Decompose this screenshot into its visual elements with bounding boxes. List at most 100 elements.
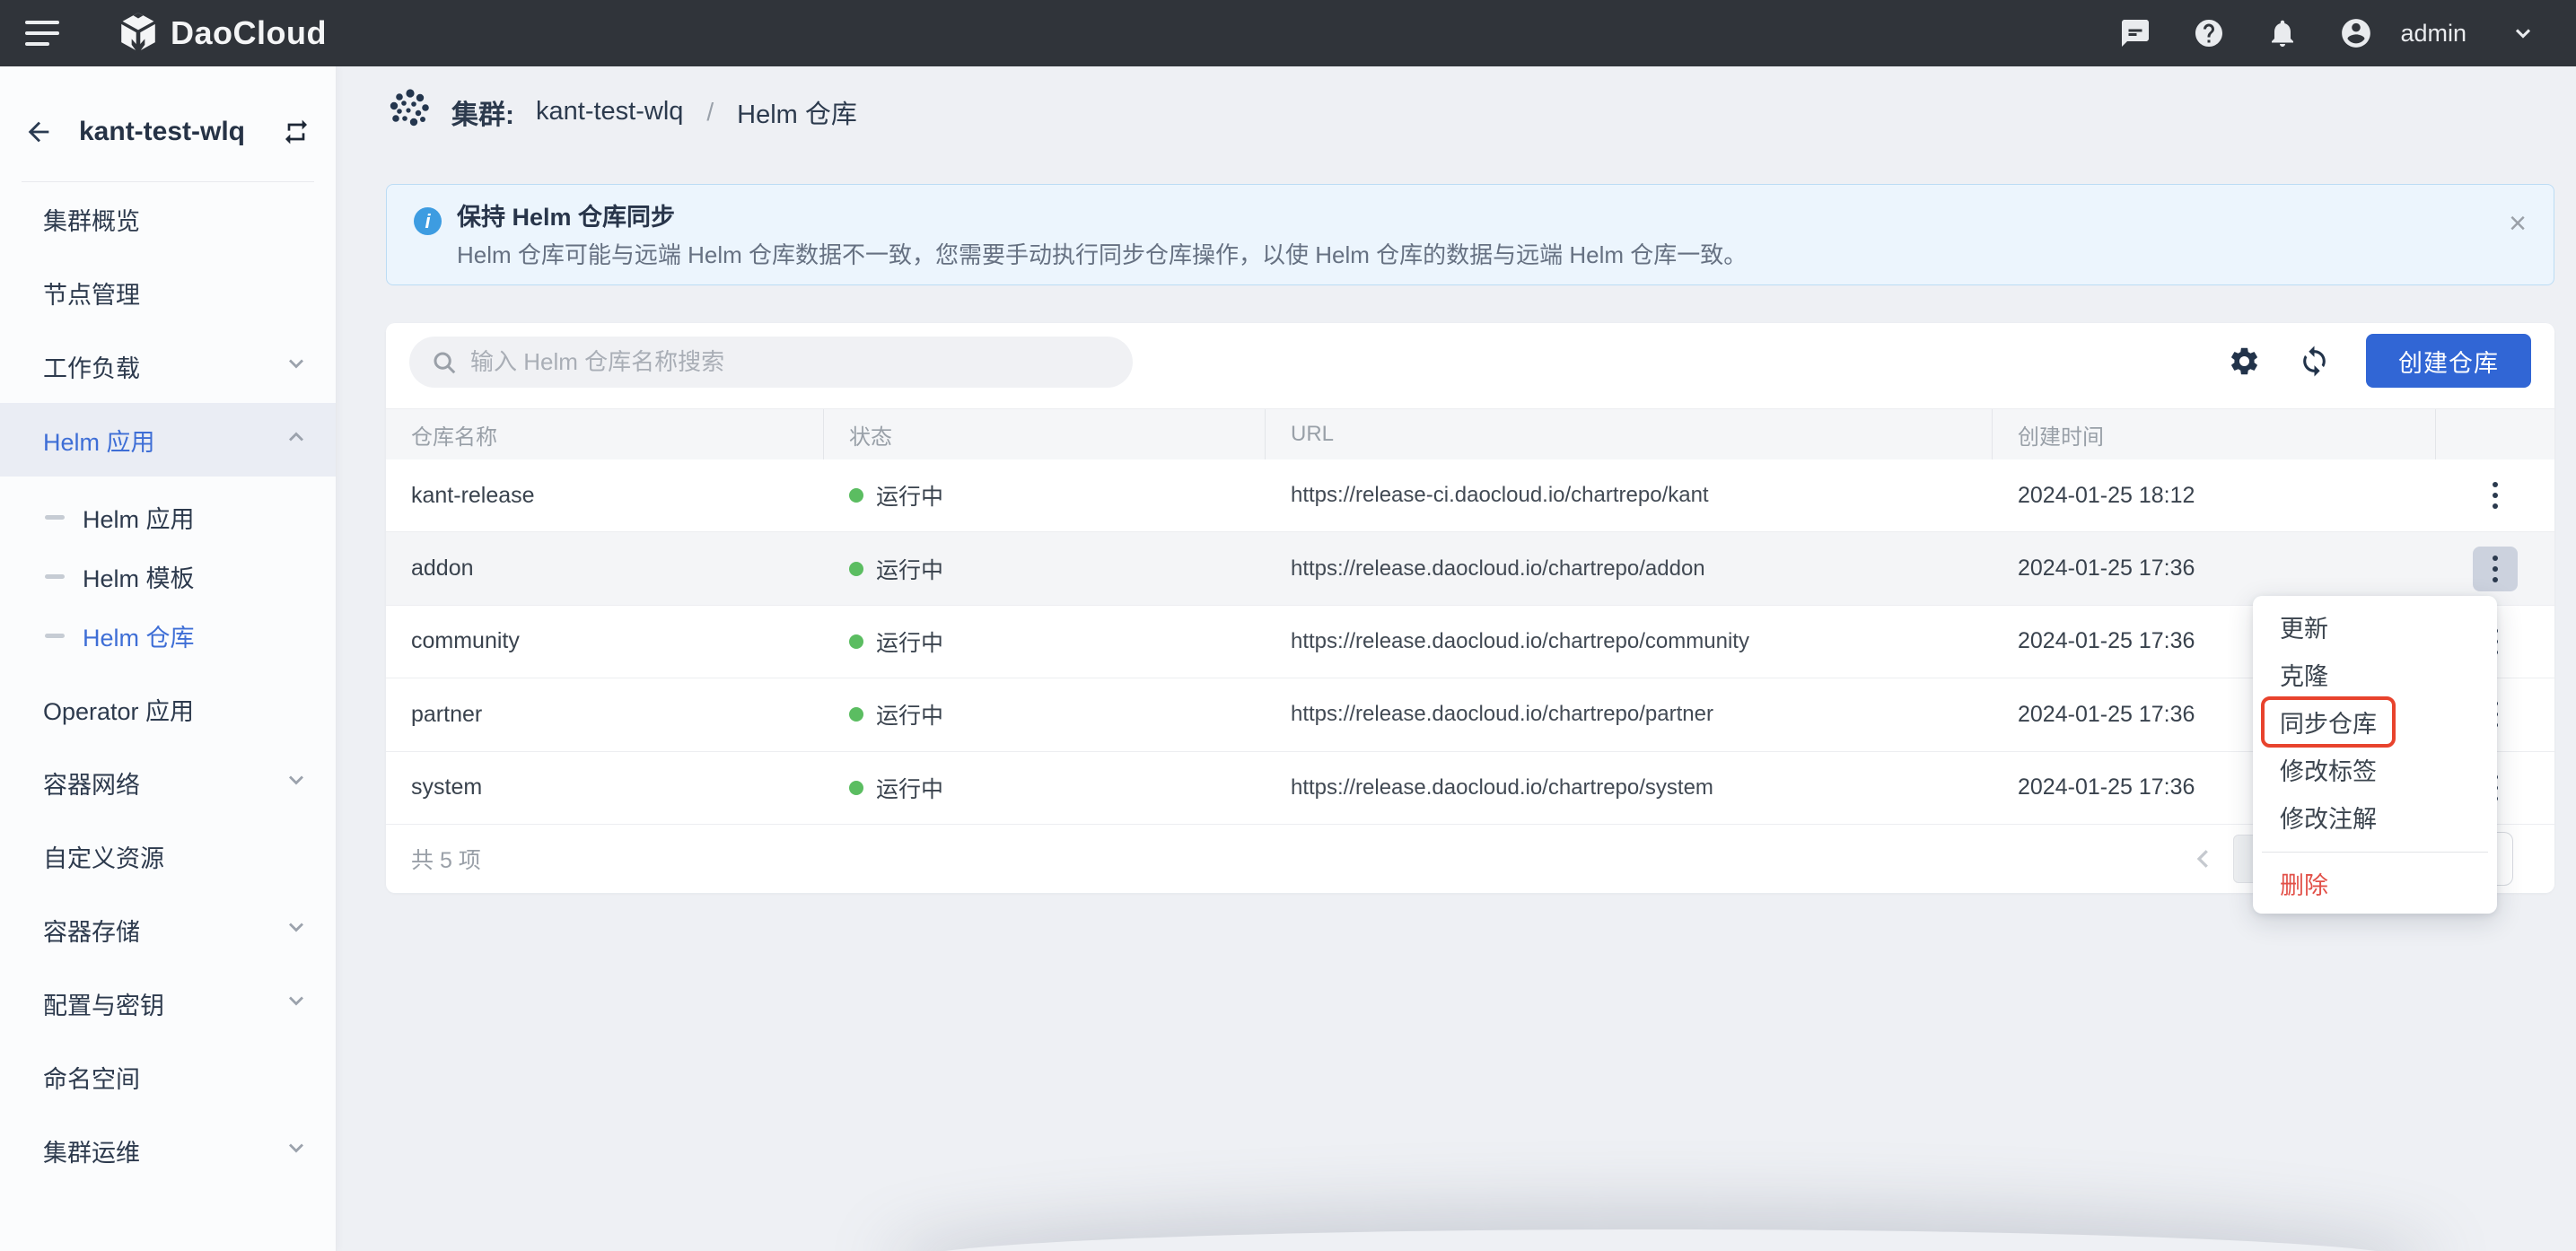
chevron-down-icon	[284, 767, 309, 799]
sidebar-submenu-helm: Helm 应用 Helm 模板 Helm 仓库	[0, 487, 336, 665]
repo-url: https://release.daocloud.io/chartrepo/co…	[1266, 606, 1993, 678]
status-dot-icon	[849, 634, 863, 649]
repo-status: 运行中	[824, 606, 1266, 678]
repo-name: addon	[386, 532, 824, 604]
sidebar-item-helm-apps[interactable]: Helm 应用	[0, 403, 336, 477]
breadcrumb-prefix: 集群:	[451, 92, 514, 132]
chevron-down-icon	[284, 1135, 309, 1167]
sidebar-subitem-helm-apps[interactable]: Helm 应用	[0, 487, 336, 547]
column-header-status: 状态	[824, 409, 1266, 459]
total-count-label: 共 5 项	[411, 843, 481, 875]
chevron-down-icon	[284, 914, 309, 946]
table-row[interactable]: addon 运行中 https://release.daocloud.io/ch…	[386, 532, 2554, 605]
repo-created: 2024-01-25 18:12	[1993, 459, 2436, 531]
menu-item-edit-annotations[interactable]: 修改注解	[2253, 793, 2497, 841]
sidebar-item-container-storage[interactable]: 容器存储	[0, 893, 336, 967]
sidebar-item-namespaces[interactable]: 命名空间	[0, 1040, 336, 1114]
refresh-icon[interactable]	[2296, 343, 2332, 379]
sidebar-subitem-helm-templates[interactable]: Helm 模板	[0, 547, 336, 606]
cluster-dots-icon	[389, 88, 432, 136]
dash-icon	[45, 634, 65, 638]
sidebar-subitem-helm-repos[interactable]: Helm 仓库	[0, 606, 336, 665]
menu-item-delete[interactable]: 删除	[2253, 860, 2497, 907]
menu-item-edit-labels[interactable]: 修改标签	[2253, 746, 2497, 793]
repo-name: partner	[386, 678, 824, 750]
toolbar: 创建仓库	[386, 323, 2554, 408]
status-dot-icon	[849, 707, 863, 722]
repo-status: 运行中	[824, 678, 1266, 750]
chevron-up-icon	[284, 424, 309, 456]
menu-item-clone[interactable]: 克隆	[2253, 651, 2497, 698]
table-row[interactable]: partner 运行中 https://release.daocloud.io/…	[386, 678, 2554, 751]
table-body: kant-release 运行中 https://release-ci.daoc…	[386, 459, 2554, 825]
main-content: 集群: kant-test-wlq / Helm 仓库 i 保持 Helm 仓库…	[337, 66, 2576, 1251]
status-dot-icon	[849, 562, 863, 576]
row-actions-kebab-icon-active[interactable]	[2473, 547, 2518, 591]
search-icon	[431, 349, 458, 376]
sidebar-item-container-network[interactable]: 容器网络	[0, 746, 336, 819]
repo-url: https://release.daocloud.io/chartrepo/ad…	[1266, 532, 1993, 604]
sidebar-item-operator-apps[interactable]: Operator 应用	[0, 672, 336, 746]
column-header-name: 仓库名称	[386, 409, 824, 459]
column-header-actions	[2436, 409, 2554, 459]
banner-close-icon[interactable]: ×	[2509, 208, 2527, 239]
topbar: DaoCloud admin	[0, 0, 2576, 66]
repo-status: 运行中	[824, 459, 1266, 531]
column-header-created: 创建时间	[1993, 409, 2436, 459]
table-row[interactable]: system 运行中 https://release.daocloud.io/c…	[386, 752, 2554, 825]
repo-name: community	[386, 606, 824, 678]
info-icon: i	[414, 207, 442, 235]
status-dot-icon	[849, 781, 863, 795]
sidebar-item-config-secrets[interactable]: 配置与密钥	[0, 967, 336, 1040]
username-label: admin	[2400, 20, 2466, 48]
sidebar-item-cluster-ops[interactable]: 集群运维	[0, 1114, 336, 1187]
notifications-bell-icon[interactable]	[2265, 16, 2300, 50]
table-footer: 共 5 项 / 1	[386, 825, 2554, 893]
repo-url: https://release-ci.daocloud.io/chartrepo…	[1266, 459, 1993, 531]
user-menu-chevron-down-icon[interactable]	[2506, 16, 2540, 50]
menu-item-update[interactable]: 更新	[2253, 603, 2497, 651]
brand-logo[interactable]: DaoCloud	[118, 11, 327, 56]
table-header: 仓库名称 状态 URL 创建时间	[386, 408, 2554, 459]
user-avatar[interactable]	[2339, 16, 2373, 50]
repo-url: https://release.daocloud.io/chartrepo/pa…	[1266, 678, 1993, 750]
banner-title: 保持 Helm 仓库同步	[457, 197, 675, 232]
table-row[interactable]: community 运行中 https://release.daocloud.i…	[386, 606, 2554, 678]
menu-divider	[2262, 852, 2488, 853]
table-settings-gear-icon[interactable]	[2226, 343, 2262, 379]
feedback-chat-icon[interactable]	[2118, 16, 2152, 50]
sidebar-item-node-management[interactable]: 节点管理	[0, 256, 336, 329]
repo-status: 运行中	[824, 752, 1266, 824]
daocloud-console: DaoCloud admin kant-	[0, 0, 2576, 1251]
breadcrumb: 集群: kant-test-wlq / Helm 仓库	[389, 88, 857, 136]
help-icon[interactable]	[2192, 16, 2226, 50]
status-dot-icon	[849, 488, 863, 503]
chevron-down-icon	[284, 988, 309, 1019]
sidebar-item-custom-resources[interactable]: 自定义资源	[0, 819, 336, 893]
repo-url: https://release.daocloud.io/chartrepo/sy…	[1266, 752, 1993, 824]
dash-icon	[45, 515, 65, 520]
dash-icon	[45, 574, 65, 579]
create-repo-button[interactable]: 创建仓库	[2366, 334, 2531, 388]
switch-cluster-icon[interactable]	[282, 117, 312, 147]
sidebar: kant-test-wlq 集群概览 节点管理 工作负载 Helm 应用 Hel…	[0, 66, 337, 1251]
repo-name: system	[386, 752, 824, 824]
sidebar-item-workloads[interactable]: 工作负载	[0, 329, 336, 403]
hamburger-menu-icon[interactable]	[25, 21, 59, 46]
search-input[interactable]	[470, 348, 1111, 376]
search-box	[409, 337, 1133, 388]
breadcrumb-current: Helm 仓库	[737, 93, 857, 131]
chevron-down-icon	[284, 351, 309, 382]
table-row[interactable]: kant-release 运行中 https://release-ci.daoc…	[386, 459, 2554, 532]
breadcrumb-cluster-link[interactable]: kant-test-wlq	[536, 97, 683, 127]
banner-description: Helm 仓库可能与远端 Helm 仓库数据不一致，您需要手动执行同步仓库操作，…	[457, 237, 1747, 270]
row-actions-kebab-icon[interactable]	[2473, 473, 2518, 518]
row-context-menu: 更新 克隆 同步仓库 修改标签 修改注解 删除	[2253, 596, 2497, 914]
menu-item-sync-repo[interactable]: 同步仓库	[2253, 698, 2497, 746]
sidebar-header: kant-test-wlq	[0, 104, 336, 160]
helm-repo-panel: 创建仓库 仓库名称 状态 URL 创建时间 kant-release 运行中 h…	[386, 323, 2554, 893]
sidebar-item-cluster-overview[interactable]: 集群概览	[0, 182, 336, 256]
back-arrow-icon[interactable]	[23, 116, 56, 148]
repo-created: 2024-01-25 17:36	[1993, 532, 2436, 604]
previous-page-chevron-icon[interactable]	[2190, 845, 2217, 872]
